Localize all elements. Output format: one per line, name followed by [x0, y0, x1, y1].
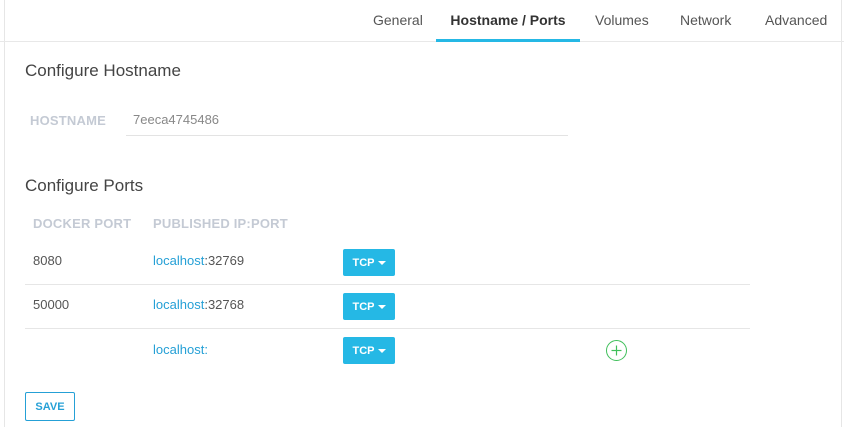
tab-hostname-ports[interactable]: Hostname / Ports: [436, 0, 580, 42]
new-published-address[interactable]: localhost:: [153, 342, 208, 357]
tab-general[interactable]: General: [373, 0, 423, 42]
caret-down-icon: [377, 349, 386, 353]
port-separator: :: [204, 342, 208, 357]
tab-network[interactable]: Network: [680, 0, 731, 42]
plus-circle-icon: [611, 345, 622, 356]
published-port-header: PUBLISHED IP:PORT: [153, 216, 288, 231]
host-link[interactable]: localhost: [153, 342, 204, 357]
docker-port-header: DOCKER PORT: [33, 216, 132, 231]
tab-bar: General Hostname / Ports Volumes Network…: [0, 0, 844, 42]
row-divider: [25, 328, 750, 329]
add-port-button[interactable]: [606, 340, 627, 361]
row-divider: [25, 284, 750, 285]
tab-volumes[interactable]: Volumes: [595, 0, 649, 42]
published-port-value[interactable]: 32769: [208, 253, 244, 268]
host-link[interactable]: localhost: [153, 253, 204, 268]
hostname-input[interactable]: [126, 104, 568, 136]
protocol-dropdown-button[interactable]: TCP: [343, 249, 395, 276]
hostname-label: HOSTNAME: [30, 113, 106, 128]
hostname-section-title: Configure Hostname: [25, 61, 181, 80]
published-address: localhost:32768: [153, 297, 244, 312]
tab-advanced[interactable]: Advanced: [765, 0, 827, 42]
published-port-value[interactable]: 32768: [208, 297, 244, 312]
ports-section-title: Configure Ports: [25, 176, 144, 195]
host-link[interactable]: localhost: [153, 297, 204, 312]
caret-down-icon: [377, 305, 386, 309]
docker-port-value: 8080: [33, 253, 62, 268]
protocol-label: TCP: [352, 300, 375, 313]
protocol-label: TCP: [352, 256, 375, 269]
protocol-dropdown-button[interactable]: TCP: [343, 337, 395, 364]
save-button[interactable]: SAVE: [25, 392, 75, 421]
published-address: localhost:32769: [153, 253, 244, 268]
docker-port-value: 50000: [33, 297, 70, 312]
protocol-label: TCP: [352, 344, 375, 357]
caret-down-icon: [377, 261, 386, 265]
protocol-dropdown-button[interactable]: TCP: [343, 293, 395, 320]
